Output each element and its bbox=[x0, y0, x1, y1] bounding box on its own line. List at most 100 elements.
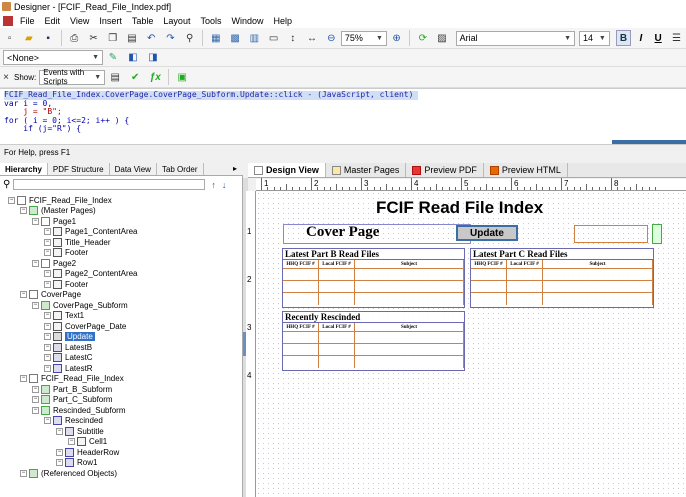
tree-item[interactable]: − Footer bbox=[44, 248, 88, 258]
cut-icon[interactable]: ✂ bbox=[86, 30, 101, 46]
menu-file[interactable]: File bbox=[15, 16, 40, 26]
script-editor[interactable]: FCIF_Read_File_Index.CoverPage.CoverPage… bbox=[0, 88, 686, 144]
search-input[interactable] bbox=[13, 179, 206, 190]
align-left-icon[interactable]: ☰ bbox=[669, 30, 684, 46]
tab-data-view[interactable]: Data View bbox=[110, 163, 157, 175]
tree-item[interactable]: − Title_Header bbox=[44, 237, 111, 247]
expand-toggle-icon[interactable]: − bbox=[20, 291, 27, 298]
fit-width-icon[interactable]: ↔ bbox=[304, 30, 319, 46]
tree-item[interactable]: − FCIF_Read_File_Index bbox=[8, 195, 112, 205]
refresh-icon[interactable]: ⟳ bbox=[415, 30, 430, 46]
menu-help[interactable]: Help bbox=[268, 16, 297, 26]
tree-item[interactable]: − Page2 bbox=[32, 258, 76, 268]
arrow-up-icon[interactable]: ↑ bbox=[211, 180, 216, 190]
syntax-check-icon[interactable]: ✔ bbox=[127, 69, 143, 85]
tree-item[interactable]: − Cell1 bbox=[68, 437, 107, 447]
apply-style-icon[interactable]: ◧ bbox=[125, 50, 141, 66]
tree-item[interactable]: − (Master Pages) bbox=[20, 206, 96, 216]
expand-toggle-icon[interactable]: − bbox=[44, 238, 51, 246]
bold-button[interactable]: B bbox=[615, 30, 632, 46]
grid-icon[interactable]: ▦ bbox=[208, 30, 223, 46]
function-icon[interactable]: ƒx bbox=[147, 69, 163, 85]
tree-item[interactable]: − Page1_ContentArea bbox=[44, 227, 138, 237]
print-icon[interactable]: ⎙ bbox=[67, 30, 82, 46]
expand-toggle-icon[interactable]: − bbox=[32, 406, 39, 414]
tree-item[interactable]: − CoverPage bbox=[20, 290, 81, 300]
expand-toggle-icon[interactable]: − bbox=[56, 427, 63, 435]
expand-toggle-icon[interactable]: − bbox=[44, 354, 51, 361]
expand-toggle-icon[interactable]: − bbox=[44, 270, 51, 277]
expand-toggle-icon[interactable]: − bbox=[44, 322, 51, 330]
tree-item[interactable]: − Footer bbox=[44, 279, 88, 289]
menu-insert[interactable]: Insert bbox=[94, 16, 127, 26]
style-catalog-icon[interactable]: ◨ bbox=[145, 50, 161, 66]
redo-icon[interactable]: ↷ bbox=[163, 30, 178, 46]
save-icon[interactable]: ▪ bbox=[40, 30, 55, 46]
menu-view[interactable]: View bbox=[65, 16, 94, 26]
expand-toggle-icon[interactable]: − bbox=[44, 417, 51, 424]
expand-toggle-icon[interactable]: − bbox=[20, 469, 27, 477]
show-events-icon[interactable]: ▤ bbox=[107, 69, 123, 85]
tree-item[interactable]: − CoverPage_Date bbox=[44, 321, 126, 331]
new-icon[interactable]: ▫ bbox=[2, 30, 17, 46]
menu-tools[interactable]: Tools bbox=[195, 16, 226, 26]
zoom-out-icon[interactable]: ⊖ bbox=[324, 30, 339, 46]
tree-item[interactable]: − Part_B_Subform bbox=[32, 384, 112, 394]
tree-item[interactable]: − Text1 bbox=[44, 311, 84, 321]
expand-toggle-icon[interactable]: − bbox=[32, 396, 39, 403]
tree-item[interactable]: − Page2_ContentArea bbox=[44, 269, 138, 279]
tree-item[interactable]: − Rescinded_Subform bbox=[32, 405, 125, 415]
tree-item[interactable]: − Part_C_Subform bbox=[32, 395, 113, 405]
tab-design-view[interactable]: Design View bbox=[248, 163, 326, 177]
cover-page-text[interactable]: Cover Page bbox=[306, 224, 379, 241]
cover-page-date-field[interactable] bbox=[574, 225, 648, 243]
open-icon[interactable]: ▰ bbox=[21, 30, 36, 46]
tree-item[interactable]: − Update bbox=[44, 332, 95, 342]
zoom-combo[interactable]: 75% ▼ bbox=[340, 30, 387, 46]
expand-toggle-icon[interactable]: − bbox=[44, 343, 51, 351]
tree-item[interactable]: − Row1 bbox=[56, 458, 97, 468]
find-icon[interactable]: ⚲ bbox=[182, 30, 197, 46]
snap-icon[interactable]: ▩ bbox=[227, 30, 242, 46]
tab-master-pages[interactable]: Master Pages bbox=[326, 163, 407, 177]
undo-icon[interactable]: ↶ bbox=[144, 30, 159, 46]
table-part-b[interactable]: Latest Part B Read Files HHQ FCIF # Loca… bbox=[282, 248, 465, 308]
tree-item[interactable]: − Page1 bbox=[32, 216, 76, 226]
expand-toggle-icon[interactable]: − bbox=[32, 259, 39, 267]
font-size-combo[interactable]: 14 ▼ bbox=[579, 30, 610, 46]
tab-tab-order[interactable]: Tab Order bbox=[157, 163, 204, 175]
expand-toggle-icon[interactable]: − bbox=[56, 448, 63, 456]
tree-item[interactable]: − LatestR bbox=[44, 363, 93, 373]
tree-item[interactable]: − LatestB bbox=[44, 342, 92, 352]
expand-toggle-icon[interactable]: − bbox=[32, 301, 39, 309]
tree-item[interactable]: − LatestC bbox=[44, 353, 93, 363]
page-icon[interactable]: ▭ bbox=[266, 30, 281, 46]
table-part-c[interactable]: Latest Part C Read Files HHQ FCIF # Loca… bbox=[470, 248, 654, 308]
expand-toggle-icon[interactable]: − bbox=[44, 312, 51, 319]
tree-item[interactable]: − Rescinded bbox=[44, 416, 103, 426]
expand-toggle-icon[interactable]: − bbox=[8, 196, 15, 204]
expand-toggle-icon[interactable]: − bbox=[32, 385, 39, 393]
table-rescinded[interactable]: Recently Rescinded HHQ FCIF # Local FCIF… bbox=[282, 311, 465, 371]
document-icon[interactable] bbox=[3, 15, 13, 26]
update-button[interactable]: Update bbox=[456, 225, 518, 241]
script-object-icon[interactable]: ▣ bbox=[174, 69, 190, 85]
expand-toggle-icon[interactable]: − bbox=[44, 280, 51, 288]
tree-item[interactable]: − HeaderRow bbox=[56, 447, 119, 457]
close-icon[interactable]: × bbox=[2, 69, 10, 85]
font-combo[interactable]: Arial ▼ bbox=[455, 30, 575, 46]
panel-menu-icon[interactable]: ▸ bbox=[233, 164, 237, 173]
arrow-down-icon[interactable]: ↓ bbox=[222, 180, 227, 190]
menu-table[interactable]: Table bbox=[127, 16, 159, 26]
show-combo[interactable]: Events with Scripts ▼ bbox=[39, 68, 106, 86]
expand-toggle-icon[interactable]: − bbox=[44, 333, 51, 340]
style-combo[interactable]: <None> ▼ bbox=[3, 50, 103, 65]
tab-preview-pdf[interactable]: Preview PDF bbox=[406, 163, 484, 177]
menu-edit[interactable]: Edit bbox=[40, 16, 66, 26]
table-icon[interactable]: ▥ bbox=[247, 30, 262, 46]
expand-toggle-icon[interactable]: − bbox=[20, 375, 27, 382]
tab-hierarchy[interactable]: Hierarchy bbox=[0, 163, 48, 175]
menu-layout[interactable]: Layout bbox=[158, 16, 195, 26]
expand-toggle-icon[interactable]: − bbox=[20, 207, 27, 214]
expand-toggle-icon[interactable]: − bbox=[44, 364, 51, 372]
